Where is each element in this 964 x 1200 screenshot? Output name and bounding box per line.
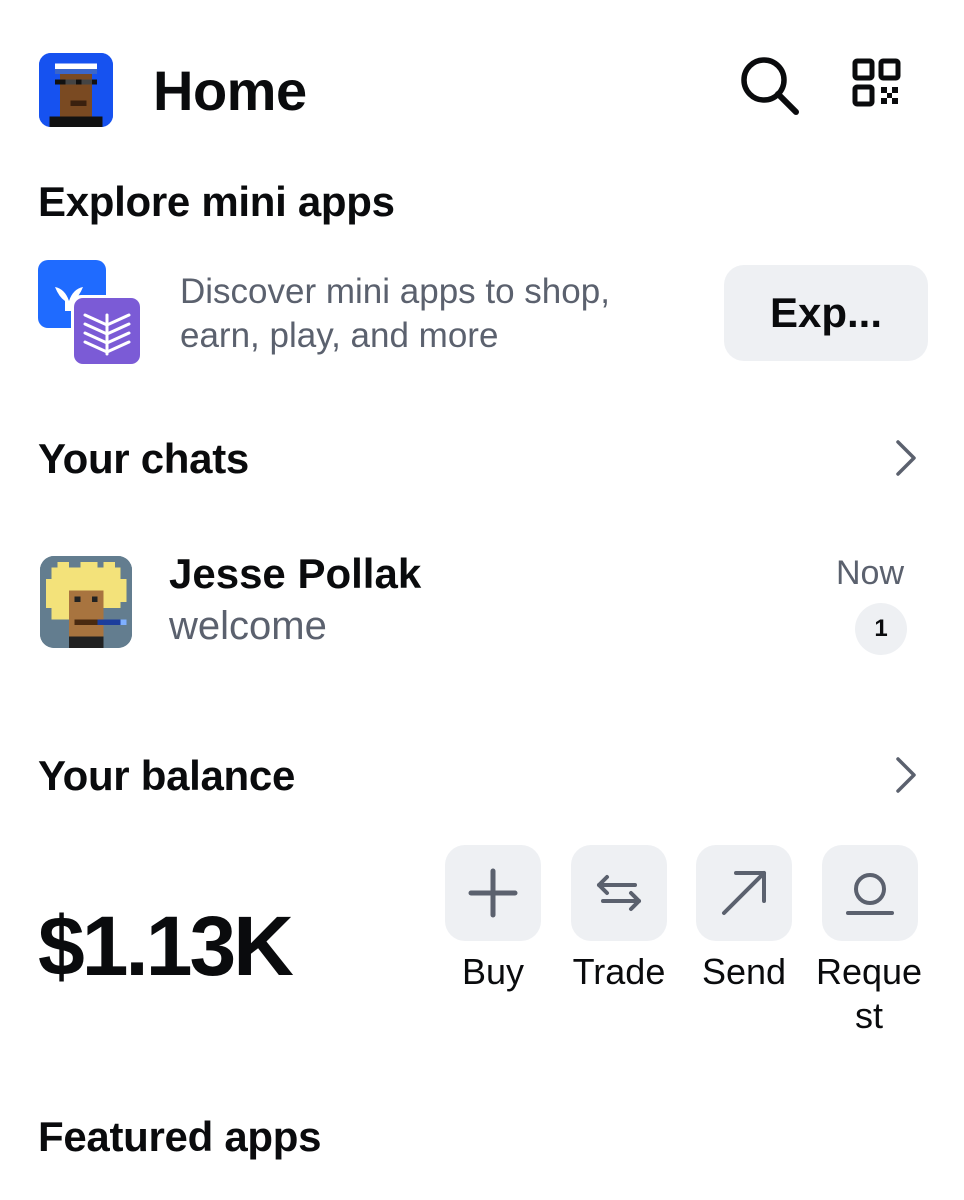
plus-icon xyxy=(468,868,518,918)
balance-chevron-right-icon[interactable] xyxy=(890,755,920,795)
explore-button[interactable]: Exp... xyxy=(724,265,928,361)
send-button[interactable] xyxy=(696,845,792,941)
send-label: Send xyxy=(701,951,787,992)
pixel-avatar-icon xyxy=(40,556,132,648)
chat-avatar xyxy=(40,556,132,648)
page-title: Home xyxy=(153,59,307,122)
search-button[interactable] xyxy=(736,52,802,118)
chat-contact-name: Jesse Pollak xyxy=(169,550,422,597)
chats-chevron-right-icon[interactable] xyxy=(890,438,920,478)
explore-description-line: earn, play, and more xyxy=(180,316,499,355)
balance-section-title: Your balance xyxy=(38,752,296,799)
qr-code-icon xyxy=(852,58,901,107)
chat-timestamp: Now xyxy=(836,554,905,592)
arrow-up-right-icon xyxy=(722,871,766,915)
trade-label: Trade xyxy=(572,951,666,992)
explore-description: Discover mini apps to shop, earn, play, … xyxy=(180,270,700,358)
pixel-avatar-icon xyxy=(39,53,113,127)
explore-section-title: Explore mini apps xyxy=(38,178,395,225)
buy-button[interactable] xyxy=(445,845,541,941)
mini-apps-stack-icon xyxy=(38,260,143,367)
chat-last-message: welcome xyxy=(169,604,327,648)
balance-amount: $1.13K xyxy=(38,899,294,993)
chats-section-title: Your chats xyxy=(38,435,249,482)
qr-code-button[interactable] xyxy=(846,52,906,112)
featured-section-title: Featured apps xyxy=(38,1113,322,1160)
search-icon xyxy=(741,57,799,115)
swap-arrows-icon xyxy=(597,875,641,911)
mini-apps-icons xyxy=(37,259,145,367)
unread-count-badge: 1 xyxy=(855,603,907,655)
profile-avatar[interactable] xyxy=(39,53,113,127)
request-label: Request xyxy=(815,951,923,1036)
buy-label: Buy xyxy=(461,951,525,992)
explore-description-line: Discover mini apps to shop, xyxy=(180,272,610,311)
trade-button[interactable] xyxy=(571,845,667,941)
receive-icon xyxy=(846,873,894,915)
request-button[interactable] xyxy=(822,845,918,941)
